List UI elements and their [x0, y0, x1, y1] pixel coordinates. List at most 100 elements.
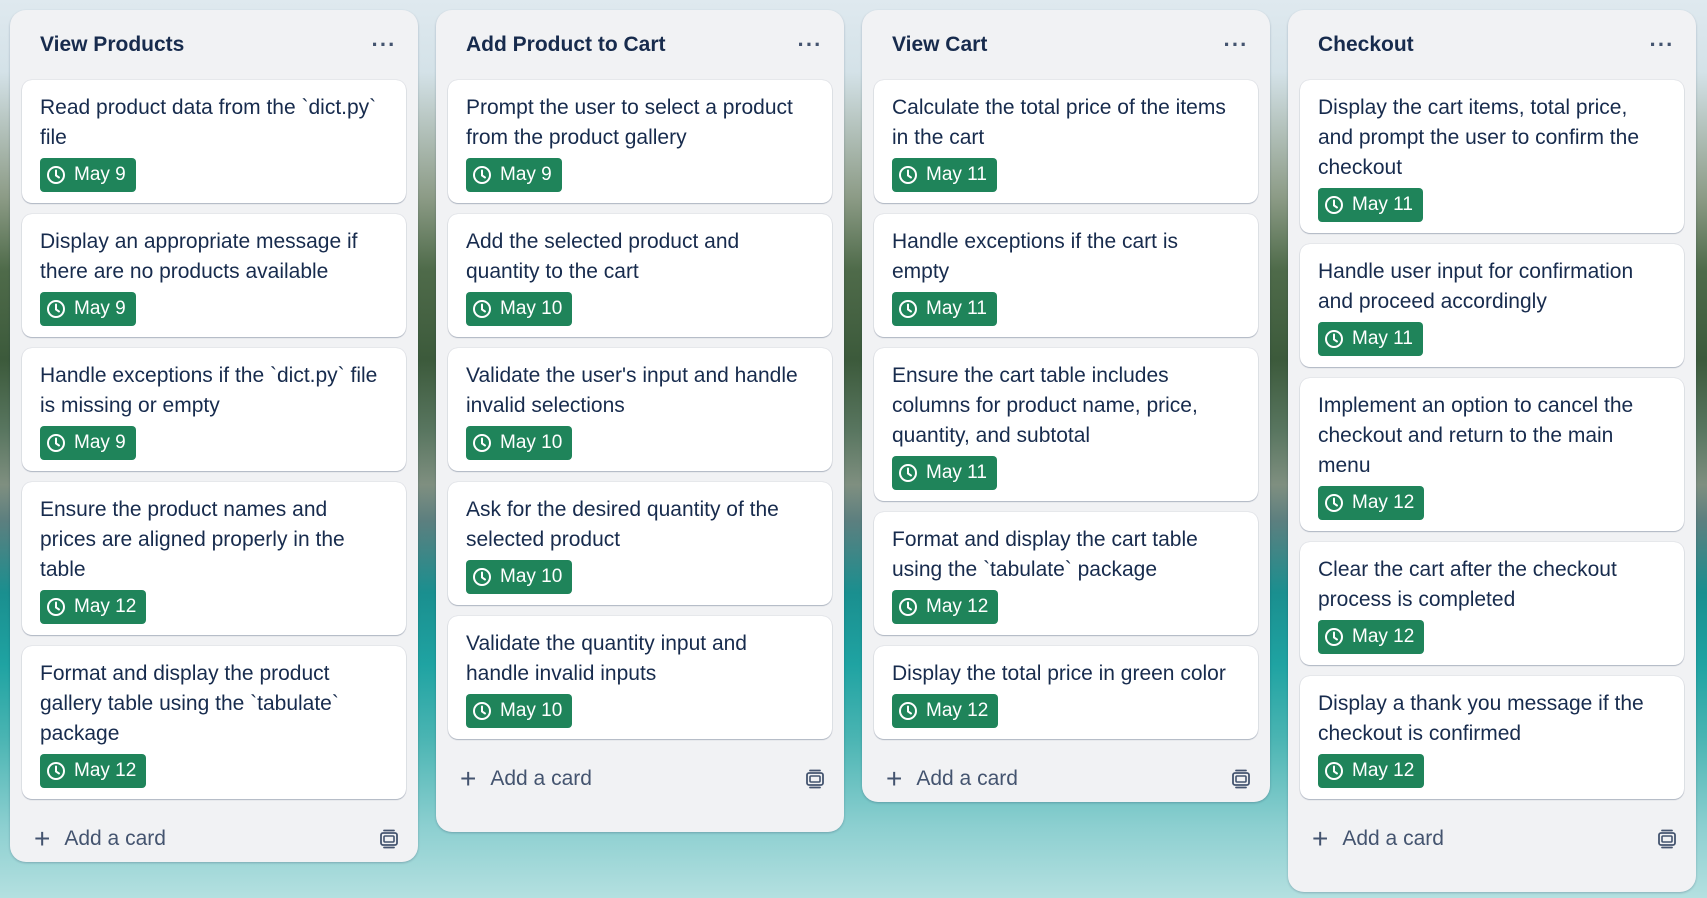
- add-card-label: Add a card: [916, 767, 1018, 790]
- due-date: May 10: [500, 298, 563, 319]
- list-title[interactable]: Add Product to Cart: [466, 33, 666, 57]
- list-view-products: View Products ··· Read product data from…: [10, 10, 418, 862]
- card-title: Add the selected product and quantity to…: [466, 230, 740, 283]
- due-date: May 9: [74, 298, 126, 319]
- plus-icon: +: [1312, 823, 1329, 854]
- more-icon[interactable]: ···: [366, 27, 402, 63]
- card[interactable]: Ensure the cart table includes columns f…: [874, 348, 1258, 501]
- card-title: Clear the cart after the checkout proces…: [1318, 558, 1617, 611]
- card-title: Implement an option to cancel the checko…: [1318, 394, 1634, 477]
- due-date-badge[interactable]: May 11: [892, 158, 997, 192]
- clock-icon: [898, 463, 918, 483]
- card[interactable]: Handle user input for confirmation and p…: [1300, 244, 1684, 367]
- add-card-button[interactable]: + Add a card: [886, 765, 1018, 793]
- plus-icon: +: [460, 763, 477, 794]
- due-date-badge[interactable]: May 12: [892, 694, 999, 728]
- due-date: May 11: [926, 462, 987, 483]
- due-date: May 11: [1352, 194, 1413, 215]
- clock-icon: [472, 701, 492, 721]
- due-date-badge[interactable]: May 12: [40, 754, 147, 788]
- card[interactable]: Format and display the product gallery t…: [22, 646, 406, 799]
- due-date-badge[interactable]: May 9: [40, 292, 136, 326]
- card-title: Format and display the product gallery t…: [40, 662, 339, 745]
- due-date-badge[interactable]: May 9: [40, 426, 136, 460]
- card[interactable]: Ensure the product names and prices are …: [22, 482, 406, 635]
- template-icon[interactable]: [378, 829, 400, 849]
- plus-icon: +: [34, 823, 51, 854]
- template-icon[interactable]: [1230, 769, 1252, 789]
- list-add-product-to-cart: Add Product to Cart ··· Prompt the user …: [436, 10, 844, 832]
- card[interactable]: Read product data from the `dict.py` fil…: [22, 80, 406, 203]
- due-date-badge[interactable]: May 12: [1318, 620, 1425, 654]
- card-title: Handle exceptions if the `dict.py` file …: [40, 364, 378, 417]
- list-title[interactable]: View Cart: [892, 33, 987, 57]
- card-title: Handle exceptions if the cart is empty: [892, 230, 1178, 283]
- card[interactable]: Validate the user's input and handle inv…: [448, 348, 832, 471]
- add-card-button[interactable]: + Add a card: [34, 825, 166, 853]
- due-date: May 12: [1352, 492, 1415, 513]
- card[interactable]: Validate the quantity input and handle i…: [448, 616, 832, 739]
- list-footer: + Add a card: [436, 750, 844, 808]
- clock-icon: [46, 761, 66, 781]
- card-list: Calculate the total price of the items i…: [862, 80, 1270, 739]
- card[interactable]: Prompt the user to select a product from…: [448, 80, 832, 203]
- clock-icon: [1324, 761, 1344, 781]
- card[interactable]: Display an appropriate message if there …: [22, 214, 406, 337]
- card-title: Handle user input for confirmation and p…: [1318, 260, 1634, 313]
- due-date-badge[interactable]: May 9: [466, 158, 562, 192]
- due-date-badge[interactable]: May 9: [40, 158, 136, 192]
- list-header: View Products ···: [10, 10, 418, 80]
- more-icon[interactable]: ···: [1218, 27, 1254, 63]
- due-date-badge[interactable]: May 10: [466, 292, 573, 326]
- template-icon[interactable]: [804, 769, 826, 789]
- add-card-button[interactable]: + Add a card: [460, 765, 592, 793]
- list-header: Checkout ···: [1288, 10, 1696, 80]
- due-date-badge[interactable]: May 10: [466, 560, 573, 594]
- card[interactable]: Ask for the desired quantity of the sele…: [448, 482, 832, 605]
- clock-icon: [46, 597, 66, 617]
- clock-icon: [1324, 627, 1344, 647]
- card[interactable]: Format and display the cart table using …: [874, 512, 1258, 635]
- due-date: May 10: [500, 432, 563, 453]
- add-card-label: Add a card: [490, 767, 592, 790]
- card-title: Display a thank you message if the check…: [1318, 692, 1644, 745]
- clock-icon: [898, 165, 918, 185]
- due-date-badge[interactable]: May 12: [1318, 486, 1425, 520]
- card-title: Read product data from the `dict.py` fil…: [40, 96, 377, 149]
- list-title[interactable]: Checkout: [1318, 33, 1414, 57]
- due-date-badge[interactable]: May 10: [466, 694, 573, 728]
- card[interactable]: Calculate the total price of the items i…: [874, 80, 1258, 203]
- due-date-badge[interactable]: May 12: [1318, 754, 1425, 788]
- add-card-button[interactable]: + Add a card: [1312, 825, 1444, 853]
- due-date-badge[interactable]: May 11: [1318, 188, 1423, 222]
- card-list: Display the cart items, total price, and…: [1288, 80, 1696, 799]
- card[interactable]: Display the cart items, total price, and…: [1300, 80, 1684, 233]
- card[interactable]: Display the total price in green color M…: [874, 646, 1258, 739]
- more-icon[interactable]: ···: [792, 27, 828, 63]
- more-icon[interactable]: ···: [1644, 27, 1680, 63]
- card[interactable]: Add the selected product and quantity to…: [448, 214, 832, 337]
- clock-icon: [472, 567, 492, 587]
- card[interactable]: Handle exceptions if the cart is empty M…: [874, 214, 1258, 337]
- card[interactable]: Display a thank you message if the check…: [1300, 676, 1684, 799]
- template-icon[interactable]: [1656, 829, 1678, 849]
- card[interactable]: Clear the cart after the checkout proces…: [1300, 542, 1684, 665]
- due-date-badge[interactable]: May 10: [466, 426, 573, 460]
- card-title: Display the total price in green color: [892, 662, 1226, 685]
- clock-icon: [472, 299, 492, 319]
- card[interactable]: Handle exceptions if the `dict.py` file …: [22, 348, 406, 471]
- due-date-badge[interactable]: May 12: [892, 590, 999, 624]
- clock-icon: [1324, 329, 1344, 349]
- due-date-badge[interactable]: May 11: [892, 292, 997, 326]
- card[interactable]: Implement an option to cancel the checko…: [1300, 378, 1684, 531]
- list-title[interactable]: View Products: [40, 33, 184, 57]
- card-list: Read product data from the `dict.py` fil…: [10, 80, 418, 799]
- clock-icon: [46, 165, 66, 185]
- list-view-cart: View Cart ··· Calculate the total price …: [862, 10, 1270, 802]
- card-title: Validate the quantity input and handle i…: [466, 632, 747, 685]
- due-date-badge[interactable]: May 11: [1318, 322, 1423, 356]
- due-date-badge[interactable]: May 11: [892, 456, 997, 490]
- due-date-badge[interactable]: May 12: [40, 590, 147, 624]
- list-checkout: Checkout ··· Display the cart items, tot…: [1288, 10, 1696, 892]
- due-date: May 11: [926, 164, 987, 185]
